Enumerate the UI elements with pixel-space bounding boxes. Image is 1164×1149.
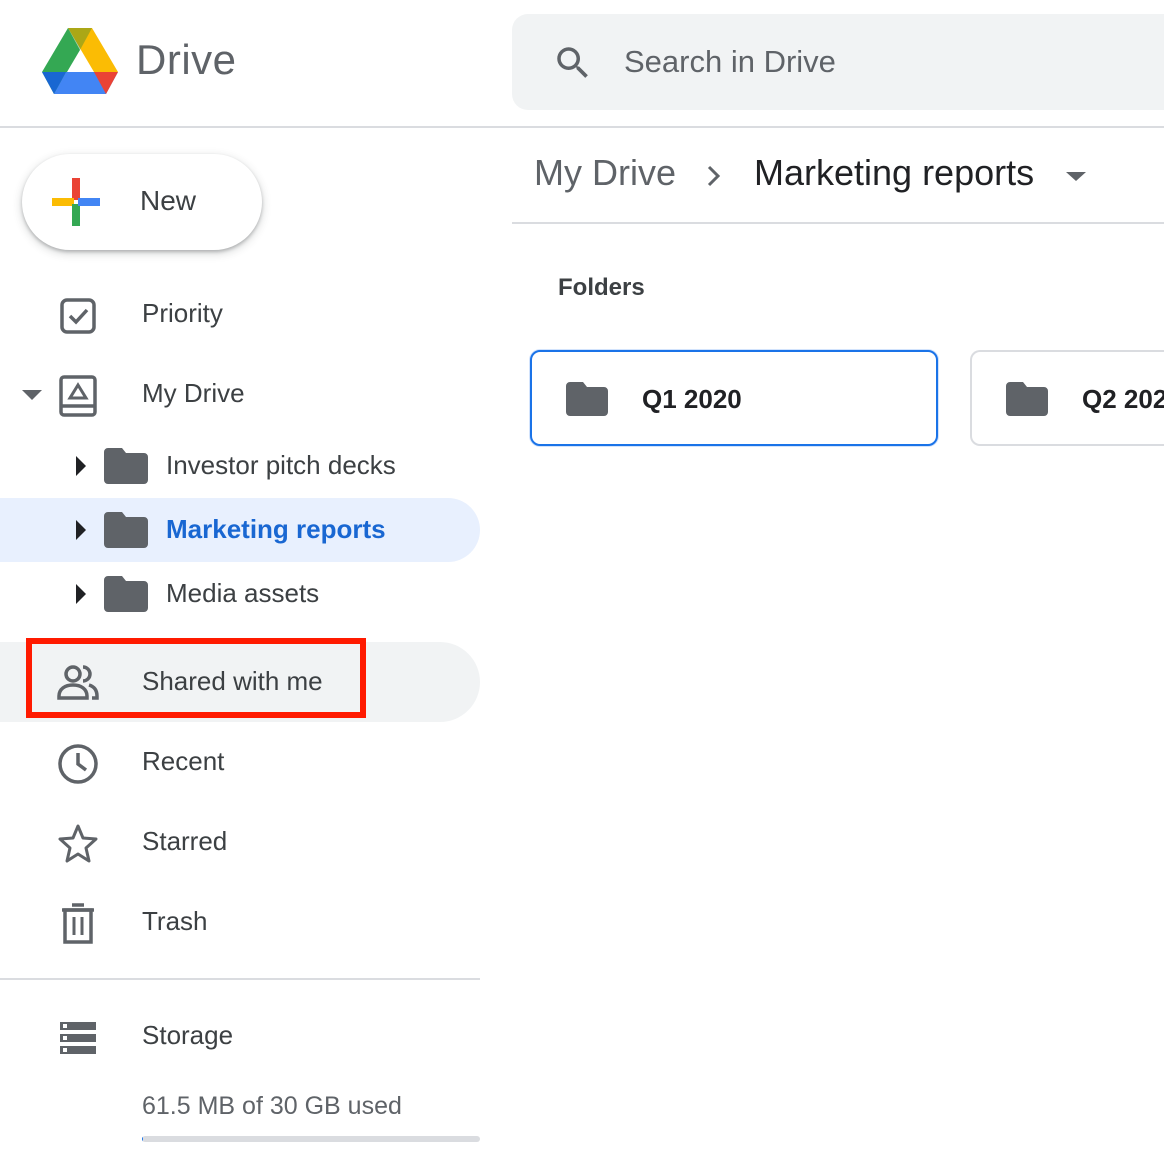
breadcrumb-my-drive[interactable]: My Drive <box>534 152 676 194</box>
drive-logo-icon[interactable] <box>42 28 118 94</box>
sidebar-folder-media-assets[interactable]: Media assets <box>0 562 480 626</box>
sidebar-item-label: Priority <box>142 298 223 328</box>
folder-icon <box>1006 382 1048 416</box>
people-icon <box>57 665 99 700</box>
storage-progress-fill <box>142 1136 143 1142</box>
storage-icon <box>60 1022 96 1054</box>
storage-usage-text: 61.5 MB of 30 GB used <box>142 1092 402 1120</box>
sidebar-item-label: Trash <box>142 906 208 936</box>
sidebar-item-label: Shared with me <box>142 666 323 696</box>
chevron-right-icon[interactable] <box>72 520 92 540</box>
sidebar-item-trash[interactable]: Trash <box>0 890 480 954</box>
breadcrumb-current-folder[interactable]: Marketing reports <box>754 152 1034 194</box>
search-icon[interactable] <box>552 42 594 84</box>
sidebar-item-priority[interactable]: Priority <box>0 282 480 346</box>
breadcrumb: My Drive Marketing reports <box>512 128 1164 224</box>
new-button[interactable]: New <box>22 154 262 250</box>
sidebar-folder-marketing-reports[interactable]: Marketing reports <box>0 498 480 562</box>
app-title: Drive <box>136 36 237 83</box>
dropdown-arrow-icon[interactable] <box>1064 168 1088 184</box>
folder-icon <box>104 576 148 612</box>
sidebar-item-recent[interactable]: Recent <box>0 730 480 794</box>
sidebar-item-starred[interactable]: Starred <box>0 810 480 874</box>
trash-icon <box>62 903 94 944</box>
priority-icon <box>60 298 96 334</box>
chevron-right-icon <box>707 165 721 187</box>
folder-card-q1-2020[interactable]: Q1 2020 <box>530 350 938 446</box>
sidebar-item-label: Starred <box>142 826 228 856</box>
sidebar-folder-label: Marketing reports <box>166 514 386 544</box>
sidebar-folder-label: Investor pitch decks <box>166 450 396 480</box>
folder-card-q2-2020[interactable]: Q2 2020 <box>970 350 1164 446</box>
sidebar-folder-label: Media assets <box>166 578 320 608</box>
sidebar-item-storage[interactable]: Storage <box>0 1004 480 1068</box>
folder-icon <box>566 382 608 416</box>
chevron-right-icon[interactable] <box>72 456 92 476</box>
folder-icon <box>104 512 148 548</box>
folder-card-label: Q2 2020 <box>1082 384 1164 414</box>
sidebar-item-label: Storage <box>142 1020 234 1050</box>
search-bar[interactable] <box>512 14 1164 110</box>
clock-icon <box>58 744 98 784</box>
sidebar-divider <box>0 978 480 980</box>
plus-icon <box>52 178 100 226</box>
sidebar-item-label: Recent <box>142 746 225 776</box>
new-button-label: New <box>140 185 197 216</box>
folder-icon <box>104 448 148 484</box>
chevron-right-icon[interactable] <box>72 584 92 604</box>
folder-card-label: Q1 2020 <box>642 384 742 414</box>
sidebar-folder-investor-pitch-decks[interactable]: Investor pitch decks <box>0 434 480 498</box>
folders-section-title: Folders <box>558 274 645 301</box>
search-input[interactable] <box>624 34 1144 90</box>
sidebar-item-label: My Drive <box>142 378 245 408</box>
star-icon <box>58 824 98 863</box>
sidebar-item-shared-with-me[interactable]: Shared with me <box>0 642 480 722</box>
app-header: Drive <box>0 0 1164 128</box>
my-drive-icon <box>59 375 97 417</box>
chevron-down-icon[interactable] <box>22 386 42 406</box>
sidebar-item-my-drive[interactable]: My Drive <box>0 362 480 426</box>
storage-progress-bar <box>142 1136 480 1142</box>
